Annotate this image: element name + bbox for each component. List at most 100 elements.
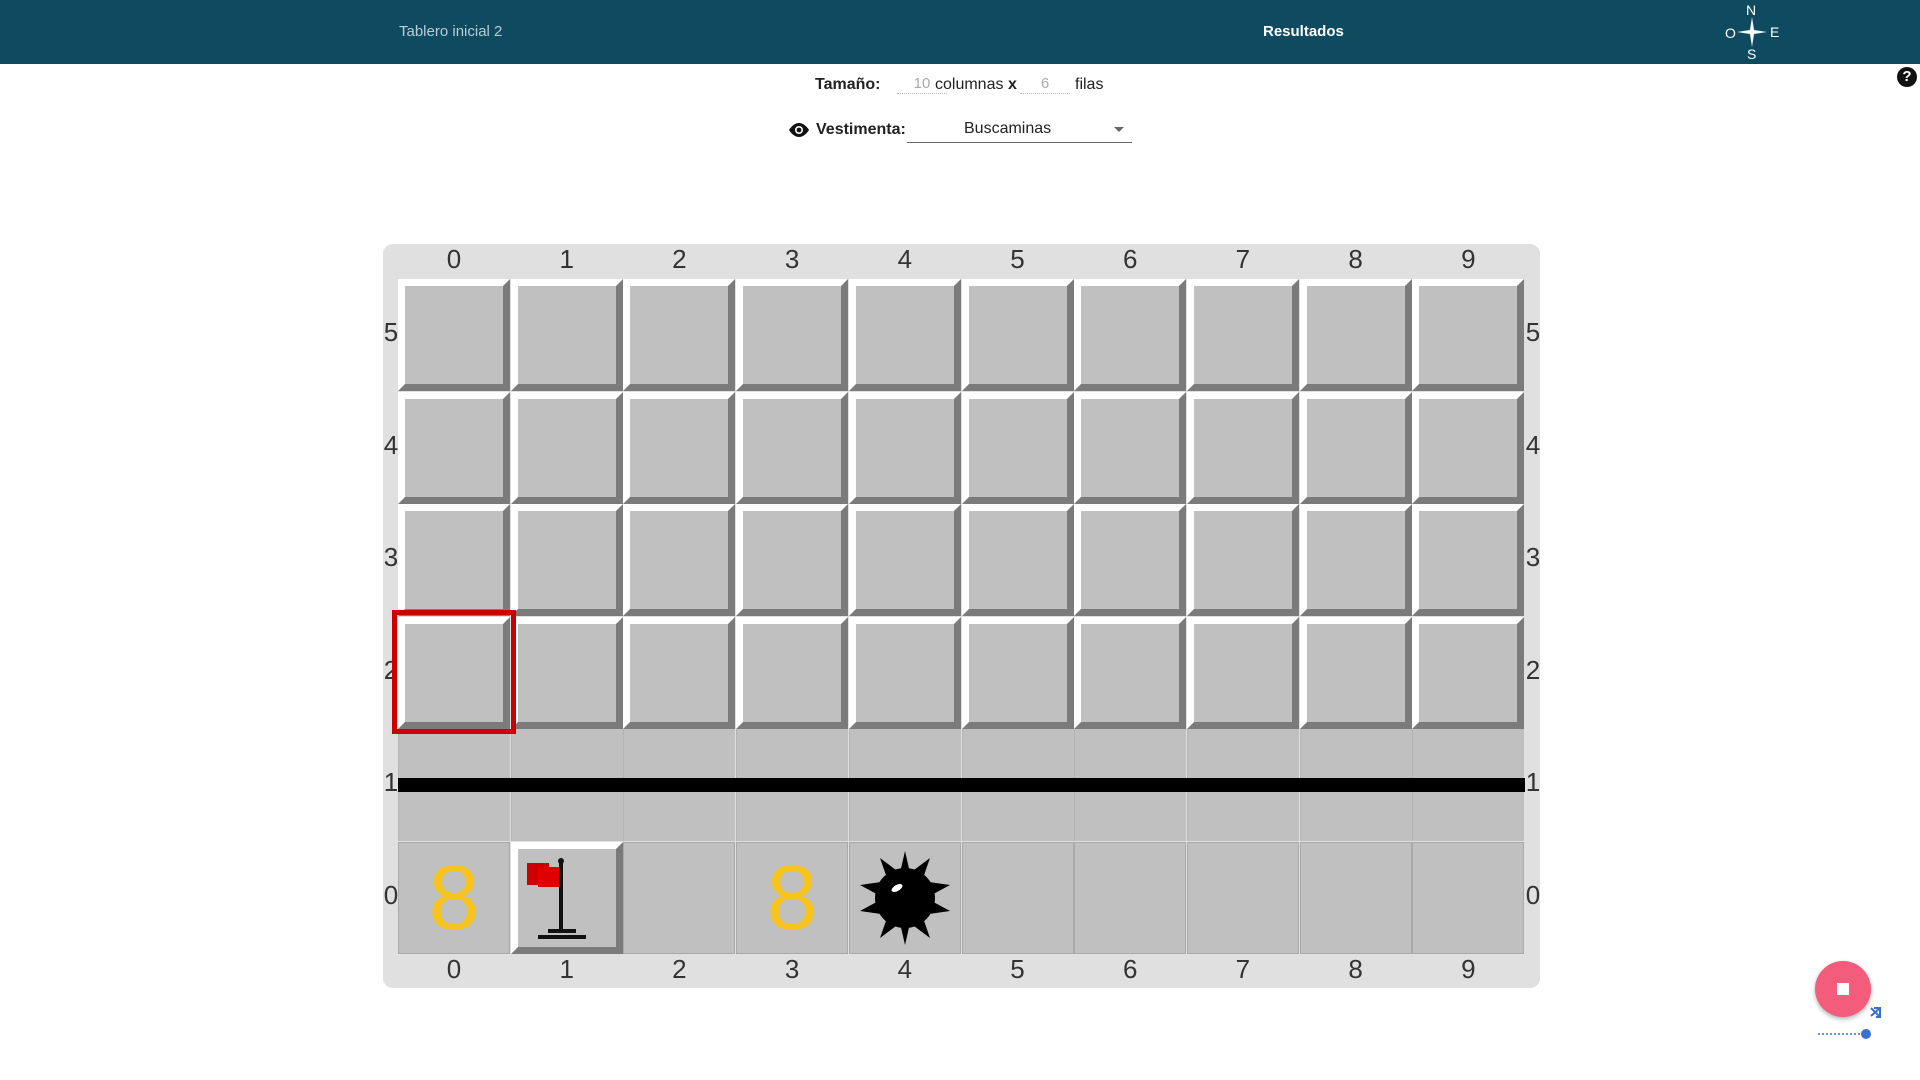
board-cell[interactable]: 8 bbox=[736, 841, 849, 954]
column-label-top: 5 bbox=[1010, 244, 1025, 274]
board-cell[interactable] bbox=[623, 616, 736, 729]
board-cell[interactable] bbox=[623, 504, 736, 616]
board-cell[interactable] bbox=[1412, 391, 1525, 504]
compass-south: S bbox=[1747, 46, 1757, 62]
board-cell[interactable] bbox=[1074, 504, 1187, 616]
compass-star-icon bbox=[1737, 17, 1767, 47]
top-bar: Tablero inicial 2 Resultados N S O E bbox=[0, 0, 1920, 64]
board-cell[interactable] bbox=[1074, 841, 1187, 954]
board-cell[interactable] bbox=[510, 279, 623, 391]
flag-icon bbox=[526, 857, 586, 939]
columns-text: columnas x bbox=[935, 76, 1017, 93]
board-cell[interactable] bbox=[510, 504, 623, 616]
board-cell[interactable] bbox=[1186, 504, 1299, 616]
board-cell[interactable] bbox=[848, 504, 961, 616]
board-cell[interactable] bbox=[510, 616, 623, 729]
column-label-top: 7 bbox=[1235, 244, 1251, 274]
board-cell[interactable] bbox=[736, 391, 849, 504]
column-label-top: 8 bbox=[1348, 244, 1363, 274]
column-label-top: 6 bbox=[1122, 244, 1138, 274]
eye-icon[interactable] bbox=[787, 122, 811, 138]
board-cell[interactable] bbox=[1299, 279, 1412, 391]
board-cell[interactable] bbox=[1412, 616, 1525, 729]
column-label-top: 1 bbox=[559, 244, 574, 274]
row-label-right: 2 bbox=[1525, 654, 1541, 685]
board-cell[interactable] bbox=[736, 504, 849, 616]
rows-input[interactable] bbox=[1020, 74, 1070, 94]
column-label-top: 9 bbox=[1461, 244, 1476, 274]
board-cell[interactable] bbox=[1412, 504, 1525, 616]
board-cell[interactable] bbox=[1186, 391, 1299, 504]
mine-icon bbox=[859, 850, 950, 945]
stop-icon bbox=[1837, 983, 1849, 995]
rows-text: filas bbox=[1075, 76, 1104, 93]
board-cell[interactable] bbox=[1299, 616, 1412, 729]
help-icon[interactable]: ? bbox=[1897, 67, 1917, 87]
board-cell[interactable] bbox=[1186, 616, 1299, 729]
board-cell[interactable] bbox=[1299, 504, 1412, 616]
board-cell[interactable] bbox=[848, 391, 961, 504]
row-label-left: 5 bbox=[383, 317, 399, 347]
column-label-top: 3 bbox=[784, 244, 800, 274]
column-label-bottom: 0 bbox=[446, 954, 462, 984]
column-label-bottom: 4 bbox=[897, 954, 913, 984]
compass-icon: N S O E bbox=[1722, 2, 1782, 62]
wall-row bbox=[398, 778, 1525, 792]
board-cell[interactable] bbox=[1412, 841, 1525, 954]
board-cell[interactable] bbox=[961, 616, 1074, 729]
board-cell[interactable] bbox=[1299, 391, 1412, 504]
board-cell[interactable] bbox=[398, 504, 510, 616]
board-cell[interactable] bbox=[736, 616, 849, 729]
row-label-left: 3 bbox=[383, 542, 399, 572]
board-cell[interactable] bbox=[398, 391, 510, 504]
board-cell[interactable] bbox=[510, 841, 623, 954]
cell-number: 8 bbox=[766, 846, 818, 949]
row-label-right: 5 bbox=[1525, 317, 1541, 347]
board-cell[interactable] bbox=[1299, 841, 1412, 954]
column-label-bottom: 9 bbox=[1461, 954, 1476, 984]
row-label-right: 4 bbox=[1525, 429, 1541, 460]
board-cell[interactable] bbox=[961, 841, 1074, 954]
column-label-bottom: 2 bbox=[672, 954, 687, 984]
selected-cell-indicator bbox=[392, 610, 516, 734]
size-label: Tamaño: bbox=[815, 76, 881, 93]
board-cell[interactable] bbox=[623, 841, 736, 954]
chevron-down-icon bbox=[1114, 127, 1124, 132]
row-label-right: 1 bbox=[1525, 767, 1541, 797]
speed-slider[interactable] bbox=[1816, 1006, 1886, 1042]
board-cell[interactable]: 8 bbox=[398, 841, 510, 954]
row-label-left: 4 bbox=[383, 429, 399, 460]
column-label-bottom: 7 bbox=[1235, 954, 1251, 984]
board-cell[interactable] bbox=[961, 504, 1074, 616]
board-title[interactable]: Tablero inicial 2 bbox=[399, 23, 502, 40]
compass-north: N bbox=[1746, 2, 1757, 18]
column-label-top: 2 bbox=[672, 244, 687, 274]
vestimenta-controls: Vestimenta: Buscaminas bbox=[787, 118, 1137, 146]
cell-number: 8 bbox=[428, 846, 480, 949]
board-cell[interactable] bbox=[848, 279, 961, 391]
board-cell[interactable] bbox=[736, 279, 849, 391]
board-cell[interactable] bbox=[1412, 279, 1525, 391]
board-cell[interactable] bbox=[961, 391, 1074, 504]
board-cell[interactable] bbox=[1074, 616, 1187, 729]
column-label-top: 0 bbox=[446, 244, 462, 274]
board-cell[interactable] bbox=[510, 391, 623, 504]
vestimenta-select[interactable]: Buscaminas bbox=[907, 118, 1132, 143]
board-cell[interactable] bbox=[848, 616, 961, 729]
board-cell[interactable] bbox=[1186, 279, 1299, 391]
board-cell[interactable] bbox=[848, 841, 961, 954]
board-cell[interactable] bbox=[961, 279, 1074, 391]
row-label-left: 0 bbox=[383, 879, 399, 910]
board-cell[interactable] bbox=[1186, 841, 1299, 954]
results-title[interactable]: Resultados bbox=[1263, 23, 1344, 40]
board-cell[interactable] bbox=[623, 279, 736, 391]
column-label-bottom: 8 bbox=[1348, 954, 1363, 984]
board-cell[interactable] bbox=[398, 279, 510, 391]
row-label-left: 1 bbox=[383, 767, 399, 797]
vestimenta-selected: Buscaminas bbox=[964, 120, 1052, 137]
board-cell[interactable] bbox=[623, 391, 736, 504]
column-label-bottom: 1 bbox=[559, 954, 574, 984]
compass-east: E bbox=[1770, 24, 1780, 40]
board-cell[interactable] bbox=[1074, 391, 1187, 504]
board-cell[interactable] bbox=[1074, 279, 1187, 391]
